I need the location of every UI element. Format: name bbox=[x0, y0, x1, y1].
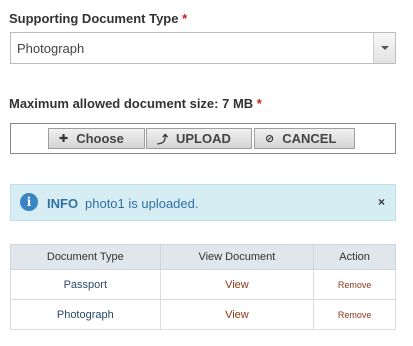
size-limit-text: Maximum allowed document size: 7 MB bbox=[9, 96, 254, 111]
upload-form: Supporting Document Type * Photograph Ma… bbox=[0, 0, 413, 346]
info-message: i INFO photo1 is uploaded. × bbox=[10, 184, 396, 221]
required-mark: * bbox=[256, 96, 262, 111]
action-cell: Remove bbox=[313, 299, 396, 330]
required-mark: * bbox=[182, 11, 188, 26]
choose-label: Choose bbox=[76, 131, 124, 146]
doc-type-select[interactable]: Photograph bbox=[10, 32, 396, 64]
info-text: photo1 is uploaded. bbox=[85, 196, 199, 211]
table-header-row: Document Type View Document Action bbox=[10, 244, 396, 270]
info-title: INFO bbox=[47, 196, 79, 211]
upload-label: UPLOAD bbox=[176, 131, 231, 146]
remove-link[interactable]: Remove bbox=[338, 310, 372, 320]
cancel-button[interactable]: ⊘ CANCEL bbox=[254, 128, 355, 149]
choose-button[interactable]: ✚ Choose bbox=[48, 128, 145, 149]
chevron-down-icon[interactable] bbox=[373, 33, 395, 63]
document-type-cell: Photograph bbox=[10, 299, 161, 330]
action-cell: Remove bbox=[313, 269, 396, 300]
view-cell: View bbox=[159, 299, 315, 330]
upload-arrow-icon: ⤴ bbox=[157, 133, 168, 146]
upload-button[interactable]: ⤴ UPLOAD bbox=[146, 128, 252, 149]
view-link[interactable]: View bbox=[225, 309, 249, 321]
size-limit-label: Maximum allowed document size: 7 MB * bbox=[9, 96, 262, 111]
table-row: Passport View Remove bbox=[10, 269, 396, 300]
documents-table: Document Type View Document Action Passp… bbox=[10, 244, 396, 330]
remove-link[interactable]: Remove bbox=[338, 280, 372, 290]
doc-type-label-text: Supporting Document Type bbox=[9, 11, 179, 26]
file-upload-toolbar: ✚ Choose ⤴ UPLOAD ⊘ CANCEL bbox=[10, 123, 396, 154]
view-link[interactable]: View bbox=[225, 279, 249, 291]
cancel-label: CANCEL bbox=[282, 131, 337, 146]
table-row: Photograph View Remove bbox=[10, 299, 396, 330]
close-icon[interactable]: × bbox=[378, 195, 385, 209]
header-document-type: Document Type bbox=[10, 244, 161, 270]
header-action: Action bbox=[313, 244, 396, 270]
plus-icon: ✚ bbox=[59, 133, 69, 145]
info-icon: i bbox=[20, 193, 38, 211]
document-type-cell: Passport bbox=[10, 269, 161, 300]
cancel-icon: ⊘ bbox=[265, 133, 275, 145]
doc-type-selected-value: Photograph bbox=[17, 41, 85, 56]
doc-type-label: Supporting Document Type * bbox=[9, 11, 187, 26]
header-view-document: View Document bbox=[159, 244, 315, 270]
view-cell: View bbox=[159, 269, 315, 300]
